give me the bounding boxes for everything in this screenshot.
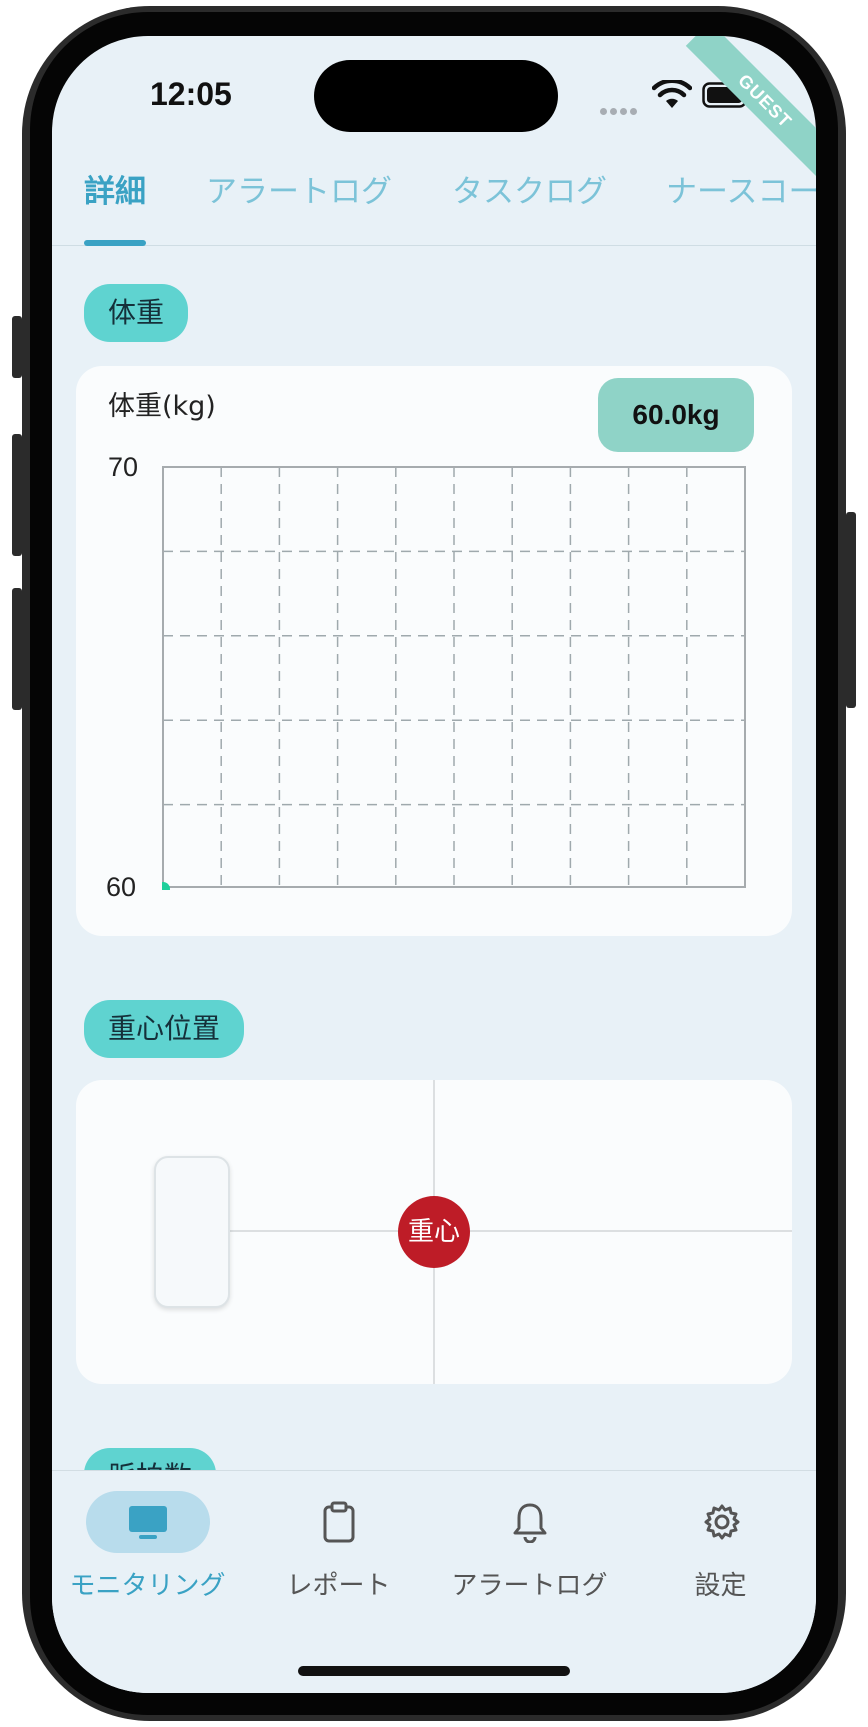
bed-icon xyxy=(154,1156,230,1308)
app-screen: 12:05 GUEST 詳細 アラートログ タスクログ ナースコール 体重 体重… xyxy=(52,36,816,1693)
tab-bar: 詳細 アラートログ タスクログ ナースコール xyxy=(52,166,816,246)
current-weight-badge: 60.0kg xyxy=(598,378,754,452)
signal-dots-icon xyxy=(600,100,640,115)
dynamic-island xyxy=(314,60,558,132)
y-tick-label-bottom: 60 xyxy=(106,872,137,902)
cog-section-pill: 重心位置 xyxy=(84,1000,245,1058)
nav-monitoring-label: モニタリング xyxy=(69,1571,226,1601)
volume-down-button xyxy=(12,588,22,710)
tab-task-log[interactable]: タスクログ xyxy=(452,166,607,211)
tab-active-indicator xyxy=(84,240,146,246)
weight-chart-title: 体重(kg) xyxy=(108,391,216,422)
nav-settings[interactable]: 設定 xyxy=(625,1491,816,1602)
chart-grid xyxy=(163,467,745,889)
data-point xyxy=(162,882,170,890)
tab-alert-log[interactable]: アラートログ xyxy=(206,166,392,211)
home-indicator xyxy=(298,1666,570,1676)
cog-horizontal-axis xyxy=(228,1230,792,1232)
tab-nurse-call[interactable]: ナースコール xyxy=(666,166,816,211)
bell-icon xyxy=(513,1503,546,1543)
y-tick-label-top: 70 xyxy=(108,452,139,482)
weight-section-pill: 体重 xyxy=(84,284,189,342)
monitor-icon xyxy=(128,1506,167,1539)
cog-card: 重心 xyxy=(76,1080,792,1384)
gear-icon xyxy=(704,1504,739,1540)
volume-up-button xyxy=(12,434,22,556)
nav-monitoring-indicator xyxy=(85,1491,210,1553)
power-button xyxy=(846,512,856,708)
status-time: 12:05 xyxy=(150,76,232,112)
chart-series xyxy=(162,882,170,890)
nav-report-label: レポート xyxy=(286,1571,391,1601)
weight-chart xyxy=(162,466,746,890)
nav-alert-log-label: アラートログ xyxy=(451,1571,608,1601)
nav-settings-label: 設定 xyxy=(694,1571,747,1601)
mute-switch xyxy=(12,316,22,378)
bottom-nav: モニタリング レポート アラートログ 設定 xyxy=(52,1470,816,1693)
cog-marker: 重心 xyxy=(398,1196,470,1268)
nav-report[interactable]: レポート xyxy=(243,1491,434,1602)
nav-alert-log[interactable]: アラートログ xyxy=(434,1491,625,1602)
nav-monitoring[interactable]: モニタリング xyxy=(52,1491,243,1602)
tab-details[interactable]: 詳細 xyxy=(84,166,146,211)
weight-card: 体重(kg) 60.0kg 70 60 xyxy=(76,366,792,936)
wifi-icon xyxy=(652,80,692,108)
clipboard-icon xyxy=(323,1501,354,1543)
